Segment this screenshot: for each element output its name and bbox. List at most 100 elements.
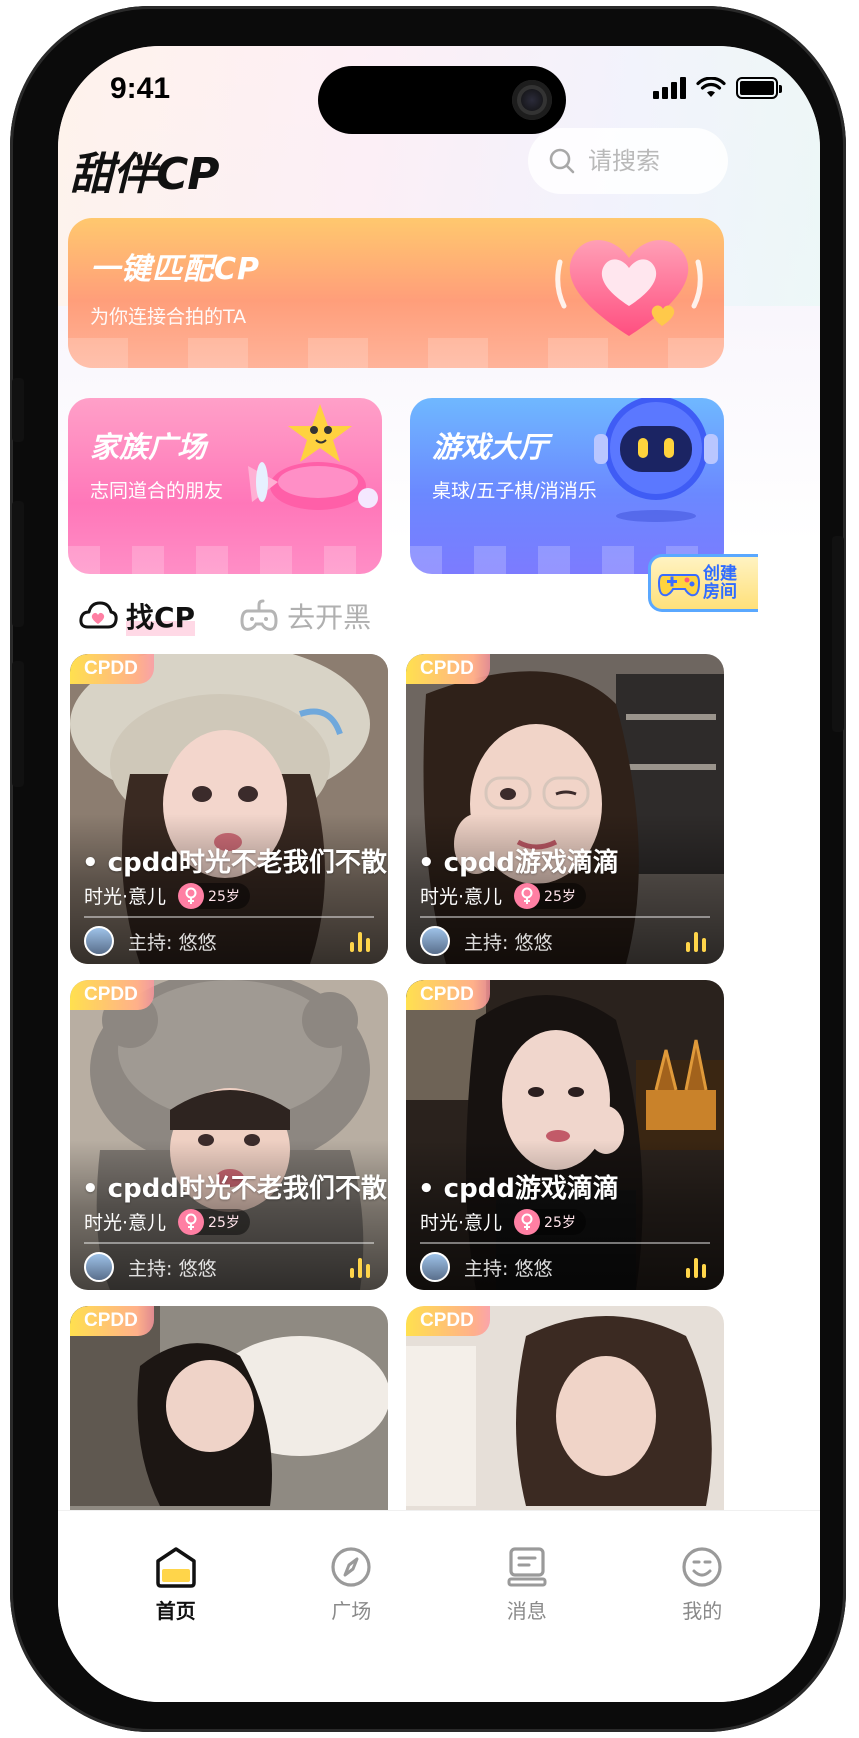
nav-square-label: 广场: [331, 1599, 372, 1623]
search-input[interactable]: [588, 147, 698, 175]
room-name: • cpdd时光不老我们不散: [82, 1174, 387, 1204]
search-bar[interactable]: [528, 128, 728, 194]
nav-messages[interactable]: 消息: [467, 1545, 587, 1702]
create-room-label: 创建房间: [703, 564, 737, 602]
family-card-subtitle: 志同道合的朋友: [90, 480, 224, 502]
app-title: 甜伴CP: [70, 149, 220, 200]
female-icon: [178, 1208, 205, 1235]
tab-find-cp-label: 找CP: [126, 596, 196, 636]
message-icon: [507, 1547, 547, 1587]
age-text: 25岁: [208, 1214, 240, 1231]
family-square-card[interactable]: 家族广场 志同道合的朋友: [68, 398, 382, 574]
room-card[interactable]: CPDD • cpdd时光不老我们不散 时光·意儿 25岁 主持: 悠悠: [70, 980, 388, 1290]
star-plane-icon: [248, 404, 378, 510]
room-subname: 时光·意儿: [84, 1212, 167, 1234]
nav-profile[interactable]: 我的: [642, 1545, 762, 1702]
nav-home-label: 首页: [155, 1599, 196, 1623]
room-host: 主持: 悠悠: [84, 926, 216, 956]
avatar: [420, 1252, 450, 1282]
bottom-nav: 首页 广场 消息 我的: [58, 1510, 820, 1702]
sound-wave-icon: [686, 930, 710, 952]
compass-icon: [331, 1547, 371, 1587]
room-card[interactable]: CPDD • cpdd游戏滴滴 时光·意儿 25岁 主持: 悠悠: [406, 980, 724, 1290]
family-card-title: 家族广场: [90, 430, 207, 464]
host-text: 主持: 悠悠: [464, 1257, 553, 1280]
female-icon: [514, 1208, 541, 1235]
age-text: 25岁: [544, 1214, 576, 1231]
room-card[interactable]: CPDD • cpdd游戏滴滴 时光·意儿 25岁 主持: 悠悠: [406, 654, 724, 964]
avatar: [84, 926, 114, 956]
create-room-button[interactable]: 创建房间: [648, 554, 758, 612]
room-name-text: cpdd游戏滴滴: [443, 1174, 619, 1204]
room-tag: CPDD: [406, 980, 490, 1010]
power-button: [832, 536, 844, 732]
room-name-text: cpdd时光不老我们不散: [107, 848, 387, 878]
divider: [420, 1242, 710, 1244]
room-subname: 时光·意儿: [420, 1212, 503, 1234]
status-time: 9:41: [110, 72, 171, 105]
phone-frame: 9:41 甜伴CP 请搜索 一键匹配CP 为你连接合拍的TA 家族广场 志同道合…: [10, 6, 846, 1732]
match-banner-title: 一键匹配CP: [90, 252, 261, 287]
sound-wave-icon: [350, 930, 374, 952]
match-cp-banner[interactable]: 一键匹配CP 为你连接合拍的TA: [68, 218, 724, 368]
sound-wave-icon: [350, 1256, 374, 1278]
search-icon: [549, 148, 575, 174]
volume-up-button: [12, 501, 24, 627]
age-badge: 25岁: [514, 882, 586, 909]
gamepad-icon: [240, 599, 278, 631]
match-banner-subtitle: 为你连接合拍的TA: [90, 306, 247, 328]
tab-play-together[interactable]: 去开黑: [239, 596, 371, 636]
host-text: 主持: 悠悠: [464, 931, 553, 954]
room-card[interactable]: CPDD • cpdd时光不老我们不散 时光·意儿 25岁 主持: 悠悠: [70, 654, 388, 964]
divider: [84, 916, 374, 918]
room-name: • cpdd游戏滴滴: [418, 1174, 619, 1204]
volume-down-button: [12, 661, 24, 787]
tab-play-together-label: 去开黑: [287, 601, 372, 634]
room-tag: CPDD: [70, 980, 154, 1010]
host-text: 主持: 悠悠: [128, 931, 217, 954]
nav-home[interactable]: 首页: [116, 1545, 236, 1702]
mute-switch: [12, 378, 24, 442]
room-meta: 时光·意儿 25岁: [420, 882, 586, 909]
heart-icon: [555, 240, 703, 336]
age-badge: 25岁: [178, 1208, 250, 1235]
screen: 9:41 甜伴CP 请搜索 一键匹配CP 为你连接合拍的TA 家族广场 志同道合…: [58, 46, 820, 1702]
room-tag: CPDD: [406, 1306, 490, 1336]
room-name: • cpdd游戏滴滴: [418, 848, 619, 878]
tab-find-cp[interactable]: 找CP: [78, 596, 196, 636]
room-meta: 时光·意儿 25岁: [84, 882, 250, 909]
content-tabs: 找CP 去开黑: [78, 591, 371, 641]
home-icon: [156, 1547, 196, 1588]
sound-wave-icon: [686, 1256, 710, 1278]
avatar: [84, 1252, 114, 1282]
room-host: 主持: 悠悠: [420, 926, 552, 956]
game-lobby-card[interactable]: 游戏大厅 桌球/五子棋/消消乐: [410, 398, 724, 574]
game-controller-icon: [657, 574, 701, 597]
room-name-text: cpdd游戏滴滴: [443, 848, 619, 878]
room-meta: 时光·意儿 25岁: [420, 1208, 586, 1235]
room-host: 主持: 悠悠: [420, 1252, 552, 1282]
nav-messages-label: 消息: [506, 1599, 547, 1623]
robot-icon: [594, 398, 718, 522]
age-text: 25岁: [208, 888, 240, 905]
female-icon: [514, 882, 541, 909]
female-icon: [178, 882, 205, 909]
room-tag: CPDD: [406, 654, 490, 684]
avatar: [420, 926, 450, 956]
status-icons: [653, 76, 782, 100]
status-bar: 9:41: [58, 46, 820, 136]
room-subname: 时光·意儿: [84, 886, 167, 908]
age-text: 25岁: [544, 888, 576, 905]
battery-icon: [736, 77, 782, 99]
age-badge: 25岁: [178, 882, 250, 909]
divider: [84, 1242, 374, 1244]
nav-square[interactable]: 广场: [291, 1545, 411, 1702]
host-text: 主持: 悠悠: [128, 1257, 217, 1280]
room-name: • cpdd时光不老我们不散: [82, 848, 387, 878]
heart-cloud-icon: [79, 601, 118, 629]
wifi-icon: [696, 77, 726, 97]
game-card-subtitle: 桌球/五子棋/消消乐: [432, 480, 597, 502]
nav-profile-label: 我的: [682, 1599, 723, 1623]
camera-icon: [512, 80, 552, 120]
age-badge: 25岁: [514, 1208, 586, 1235]
